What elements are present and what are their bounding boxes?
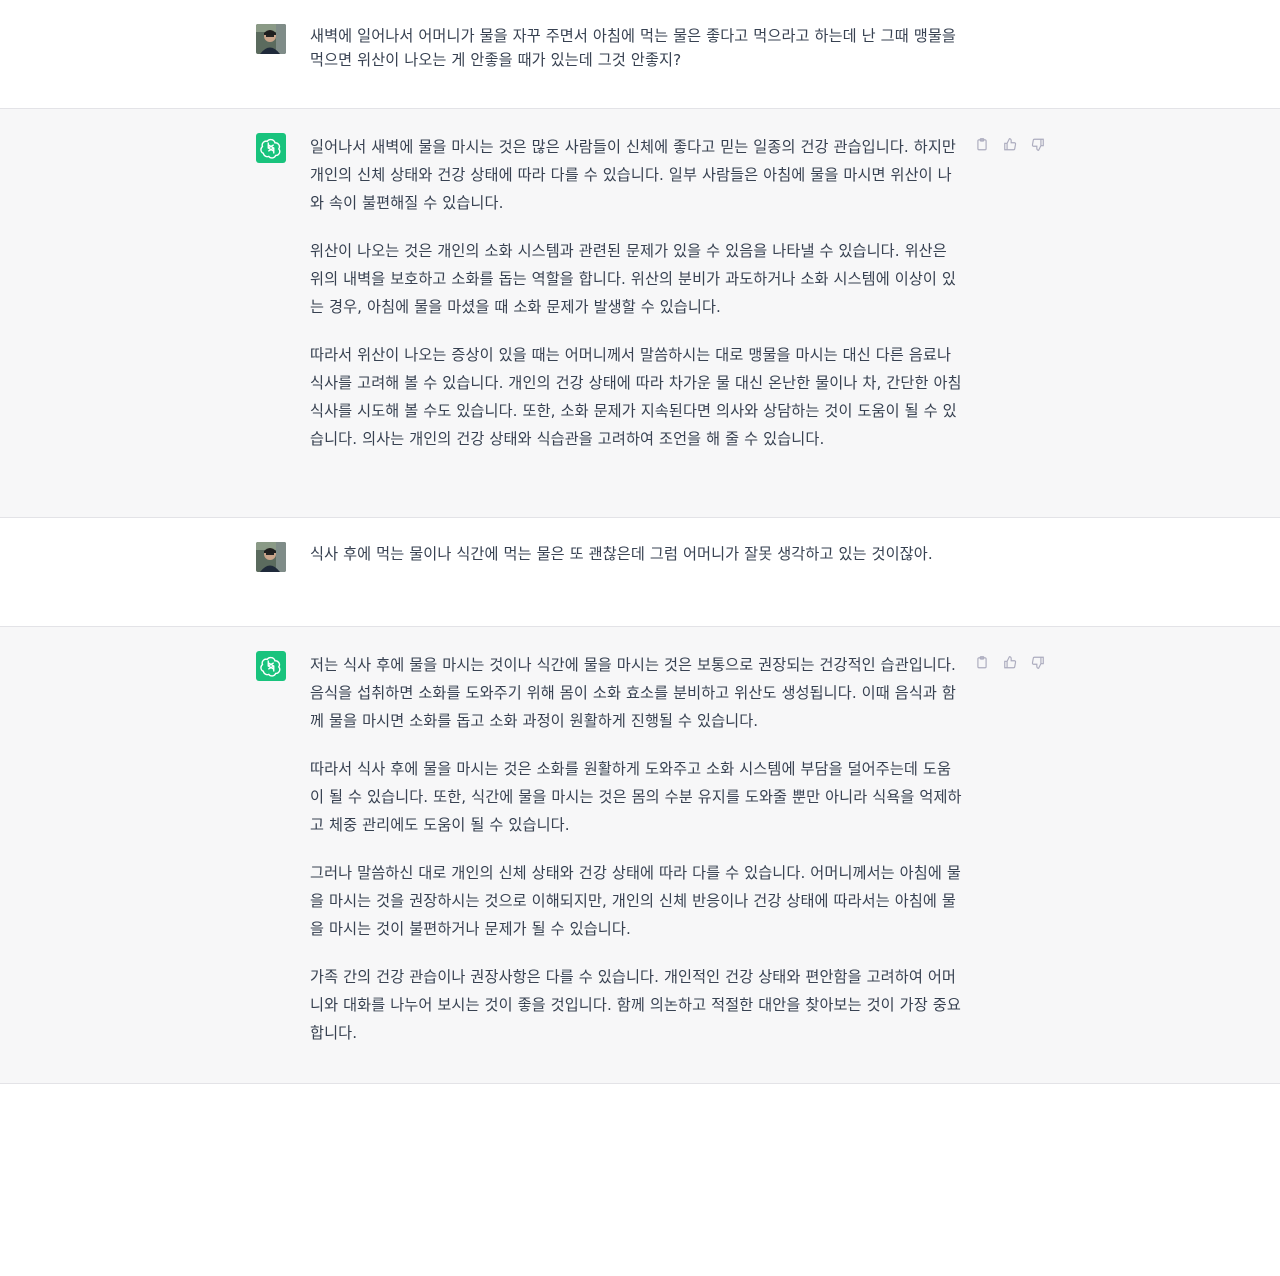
user-photo-icon — [256, 24, 286, 54]
copy-button[interactable] — [975, 654, 989, 671]
openai-logo-icon — [260, 656, 281, 677]
message-paragraph: 저는 식사 후에 물을 마시는 것이나 식간에 물을 마시는 것은 보통으로 권… — [310, 656, 956, 730]
user-avatar — [256, 24, 286, 54]
assistant-message-text: 일어나서 새벽에 물을 마시는 것은 많은 사람들이 신체에 좋다고 믿는 일종… — [310, 133, 964, 453]
assistant-avatar — [256, 133, 286, 163]
user-message-text: 새벽에 일어나서 어머니가 물을 자꾸 주면서 아침에 먹는 물은 좋다고 먹으… — [310, 24, 964, 72]
message-paragraph: 위산이 나오는 것은 개인의 소화 시스템과 관련된 문제가 있을 수 있음을 … — [310, 242, 956, 316]
copy-button[interactable] — [975, 136, 989, 153]
message-paragraph: 따라서 식사 후에 물을 마시는 것은 소화를 원활하게 도와주고 소화 시스템… — [310, 760, 962, 834]
clipboard-icon — [977, 656, 987, 669]
thumbs-down-button[interactable] — [1031, 136, 1045, 153]
thumbs-down-icon — [1031, 138, 1044, 151]
assistant-avatar — [256, 651, 286, 681]
message-paragraph: 일어나서 새벽에 물을 마시는 것은 많은 사람들이 신체에 좋다고 믿는 일종… — [310, 138, 956, 212]
thumbs-up-button[interactable] — [1003, 654, 1017, 671]
message-actions — [975, 136, 1045, 153]
openai-logo-icon — [260, 138, 281, 159]
user-photo-icon — [256, 542, 286, 572]
thumbs-down-button[interactable] — [1031, 654, 1045, 671]
chat-thread: 새벽에 일어나서 어머니가 물을 자꾸 주면서 아침에 먹는 물은 좋다고 먹으… — [0, 0, 1280, 1084]
user-message: 새벽에 일어나서 어머니가 물을 자꾸 주면서 아침에 먹는 물은 좋다고 먹으… — [0, 0, 1280, 109]
assistant-message: 저는 식사 후에 물을 마시는 것이나 식간에 물을 마시는 것은 보통으로 권… — [0, 627, 1280, 1084]
user-message: 식사 후에 먹는 물이나 식간에 먹는 물은 또 괜찮은데 그럼 어머니가 잘못… — [0, 518, 1280, 627]
assistant-message-text: 저는 식사 후에 물을 마시는 것이나 식간에 물을 마시는 것은 보통으로 권… — [310, 651, 964, 1047]
clipboard-icon — [977, 138, 987, 151]
message-paragraph: 식사 후에 먹는 물이나 식간에 먹는 물은 또 괜찮은데 그럼 어머니가 잘못… — [310, 545, 933, 563]
message-actions — [975, 654, 1045, 671]
message-paragraph: 그러나 말씀하신 대로 개인의 신체 상태와 건강 상태에 따라 다를 수 있습… — [310, 864, 961, 938]
message-paragraph: 새벽에 일어나서 어머니가 물을 자꾸 주면서 아침에 먹는 물은 좋다고 먹으… — [310, 27, 956, 69]
user-message-text: 식사 후에 먹는 물이나 식간에 먹는 물은 또 괜찮은데 그럼 어머니가 잘못… — [310, 542, 964, 566]
thumbs-up-icon — [1004, 138, 1017, 151]
thumbs-up-button[interactable] — [1003, 136, 1017, 153]
message-paragraph: 따라서 위산이 나오는 증상이 있을 때는 어머니께서 말씀하시는 대로 맹물을… — [310, 346, 962, 448]
assistant-message: 일어나서 새벽에 물을 마시는 것은 많은 사람들이 신체에 좋다고 믿는 일종… — [0, 109, 1280, 518]
user-avatar — [256, 542, 286, 572]
thumbs-down-icon — [1031, 656, 1044, 669]
thumbs-up-icon — [1004, 656, 1017, 669]
message-paragraph: 가족 간의 건강 관습이나 권장사항은 다를 수 있습니다. 개인적인 건강 상… — [310, 968, 961, 1042]
